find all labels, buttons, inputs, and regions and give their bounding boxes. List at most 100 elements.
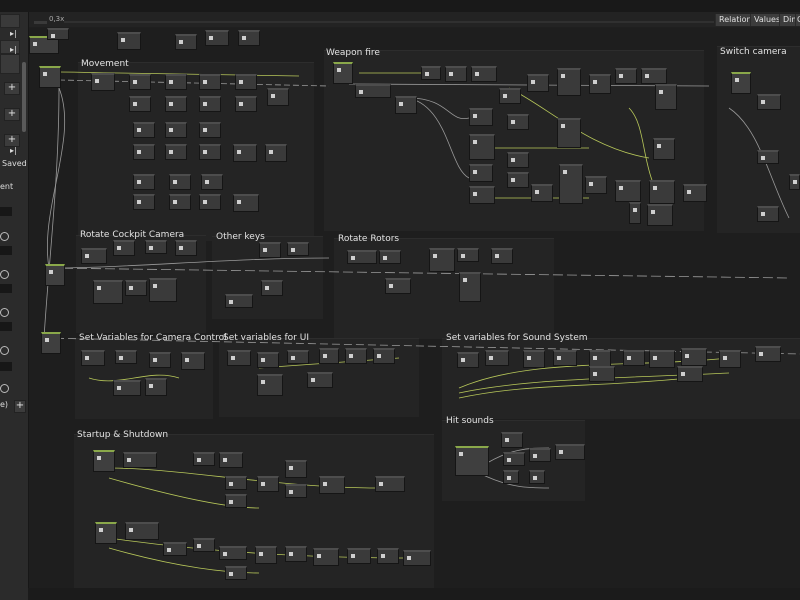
graph-node[interactable] <box>653 138 675 160</box>
graph-node[interactable] <box>233 194 259 212</box>
graph-node[interactable] <box>233 144 257 162</box>
graph-node[interactable] <box>623 350 645 366</box>
graph-node[interactable] <box>377 548 399 564</box>
graph-node[interactable] <box>469 186 495 204</box>
graph-node[interactable] <box>257 352 279 368</box>
variable-row[interactable] <box>0 246 12 255</box>
graph-node[interactable] <box>261 280 283 296</box>
graph-node[interactable] <box>615 68 637 84</box>
graph-node[interactable] <box>125 522 159 540</box>
graph-node[interactable] <box>255 546 277 564</box>
variable-toggle-icon[interactable] <box>0 346 9 355</box>
graph-node[interactable] <box>257 476 279 492</box>
graph-node[interactable] <box>373 348 395 364</box>
graph-node[interactable] <box>403 550 431 566</box>
graph-node[interactable] <box>641 68 667 84</box>
graph-node[interactable] <box>175 34 197 50</box>
graph-node[interactable] <box>199 122 221 138</box>
graph-node[interactable] <box>319 476 345 494</box>
graph-node[interactable] <box>265 144 287 162</box>
graph-node[interactable] <box>557 118 581 148</box>
zoom-slider[interactable] <box>64 21 714 23</box>
graph-node[interactable] <box>647 204 673 226</box>
graph-node[interactable] <box>629 202 641 224</box>
graph-node[interactable] <box>529 448 551 462</box>
graph-node[interactable] <box>165 74 187 90</box>
variable-row[interactable] <box>0 207 12 216</box>
graph-node[interactable] <box>125 280 147 296</box>
graph-node[interactable] <box>347 250 377 264</box>
variable-toggle-icon[interactable] <box>0 308 9 317</box>
graph-node[interactable] <box>649 180 675 204</box>
graph-node[interactable] <box>485 350 509 366</box>
graph-node[interactable] <box>133 194 155 210</box>
graph-node[interactable] <box>145 378 167 396</box>
graph-node[interactable] <box>193 538 215 552</box>
graph-node[interactable] <box>615 180 641 202</box>
variable-row[interactable] <box>0 362 12 371</box>
graph-node[interactable] <box>471 66 497 82</box>
graph-node[interactable] <box>219 452 243 468</box>
graph-node[interactable] <box>227 350 251 366</box>
graph-node[interactable] <box>677 366 703 382</box>
graph-node[interactable] <box>199 194 221 210</box>
graph-node[interactable] <box>469 108 493 126</box>
graph-node[interactable] <box>235 74 257 90</box>
graph-node[interactable] <box>225 494 247 508</box>
graph-node[interactable] <box>175 240 197 256</box>
graph-node[interactable] <box>319 348 339 364</box>
variable-row[interactable] <box>0 322 12 331</box>
graph-node[interactable] <box>225 294 253 308</box>
graph-node[interactable] <box>731 72 751 94</box>
graph-node[interactable] <box>469 164 493 182</box>
add-variable-button[interactable]: + <box>14 400 26 413</box>
graph-node[interactable] <box>355 84 391 98</box>
graph-node[interactable] <box>757 150 779 164</box>
graph-node[interactable] <box>205 30 229 46</box>
graph-node[interactable] <box>169 174 191 190</box>
graph-node[interactable] <box>523 350 545 368</box>
graph-node[interactable] <box>531 184 553 202</box>
graph-node[interactable] <box>553 350 577 366</box>
graph-node[interactable] <box>238 30 260 46</box>
graph-node[interactable] <box>789 174 800 190</box>
graph-node[interactable] <box>267 88 289 106</box>
graph-node[interactable] <box>507 114 529 130</box>
graph-node[interactable] <box>491 248 513 264</box>
variable-row[interactable] <box>0 284 12 293</box>
graph-node[interactable] <box>91 73 115 91</box>
panel-scrollbar[interactable] <box>22 62 26 132</box>
graph-node[interactable] <box>39 66 61 88</box>
graph-node[interactable] <box>225 566 247 580</box>
graph-node[interactable] <box>163 542 187 556</box>
add-button[interactable]: + <box>4 108 20 121</box>
graph-node[interactable] <box>285 484 307 498</box>
variable-toggle-icon[interactable] <box>0 270 9 279</box>
graph-node[interactable] <box>589 74 611 94</box>
graph-node[interactable] <box>507 152 529 168</box>
graph-node[interactable] <box>757 94 781 110</box>
graph-node[interactable] <box>555 444 585 460</box>
graph-node[interactable] <box>589 366 615 382</box>
graph-node[interactable] <box>199 96 221 112</box>
graph-node[interactable] <box>129 74 151 90</box>
graph-node[interactable] <box>499 88 521 104</box>
graph-node[interactable] <box>559 164 583 204</box>
graph-node[interactable] <box>287 242 309 256</box>
graph-node[interactable] <box>133 144 155 160</box>
graph-node[interactable] <box>47 28 69 40</box>
graph-node[interactable] <box>165 144 187 160</box>
graph-node[interactable] <box>719 350 741 368</box>
step-icon[interactable]: ▸| <box>10 45 17 54</box>
graph-node[interactable] <box>257 374 283 396</box>
graph-node[interactable] <box>81 248 107 264</box>
graph-node[interactable] <box>133 174 155 190</box>
graph-node[interactable] <box>655 84 677 110</box>
graph-node[interactable] <box>313 548 339 566</box>
graph-node[interactable] <box>225 476 247 490</box>
graph-node[interactable] <box>395 96 417 114</box>
graph-node[interactable] <box>557 68 581 96</box>
graph-node[interactable] <box>145 240 167 254</box>
graph-node[interactable] <box>285 460 307 478</box>
graph-node[interactable] <box>41 332 61 354</box>
